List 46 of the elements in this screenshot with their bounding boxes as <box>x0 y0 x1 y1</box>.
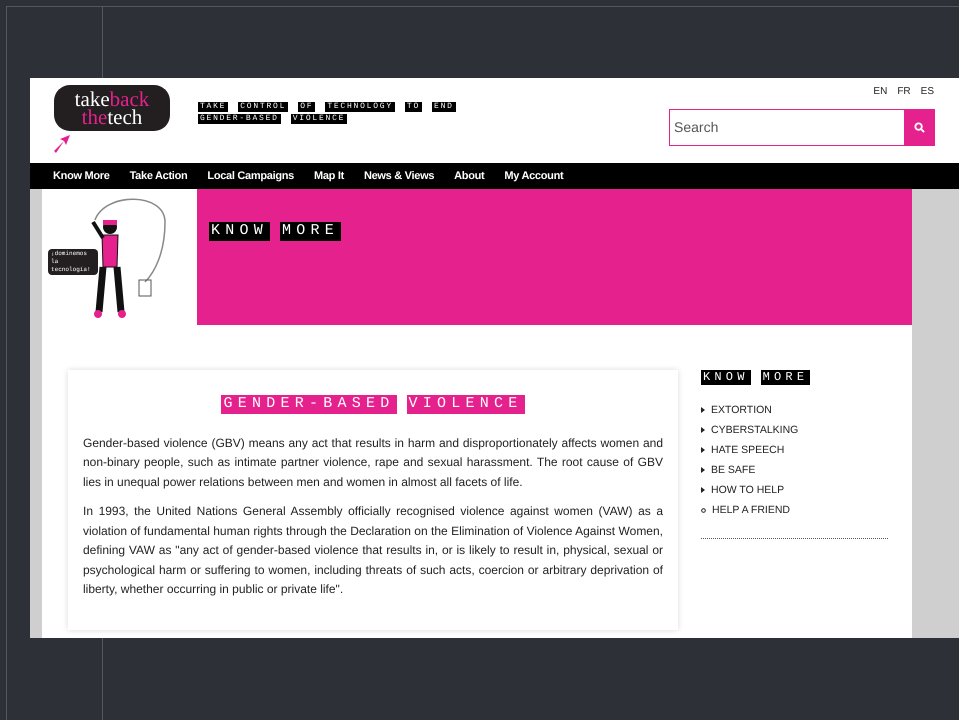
nav-link[interactable]: Know More <box>53 168 110 184</box>
nav-link[interactable]: About <box>454 168 484 184</box>
tagline-word: GENDER-BASED <box>198 114 281 124</box>
article-title-word: VIOLENCE <box>406 395 525 414</box>
language-link[interactable]: FR <box>897 84 911 99</box>
sidebar-link[interactable]: HOW TO HELP <box>701 482 888 498</box>
sidebar-link[interactable]: BE SAFE <box>701 462 888 478</box>
logo-text: take <box>74 90 110 108</box>
triangle-bullet-icon <box>701 407 705 413</box>
search-icon <box>914 122 924 133</box>
banner-title-word: KNOW <box>209 222 270 241</box>
search-input[interactable]: Search <box>670 110 904 145</box>
nav-link[interactable]: Take Action <box>130 168 188 184</box>
nav-link[interactable]: Local Campaigns <box>207 168 294 184</box>
sidebar-title-word: MORE <box>760 370 810 385</box>
article-paragraph: Gender-based violence (GBV) means any act that results in harm and disproportionately affects women and non-binary people, such as intimate partner violence, rape and sexual harassment. The root cause of GBV lies in unequal power relations between men and women in almost all facets of life. <box>83 434 663 491</box>
tagline-word: OF <box>298 102 316 112</box>
search-field[interactable]: Search <box>669 109 935 146</box>
language-link[interactable]: ES <box>920 84 934 99</box>
banner-title-word: MORE <box>280 222 342 241</box>
nav-link[interactable]: Map It <box>314 168 344 184</box>
sidebar-link[interactable]: HELP A FRIEND <box>701 502 888 518</box>
circle-bullet-icon <box>701 508 706 512</box>
tagline-word: TAKE <box>198 102 228 112</box>
tagline-word: END <box>432 102 456 112</box>
article-title-word: GENDER-BASED <box>221 395 396 414</box>
sidebar-link[interactable]: EXTORTION <box>701 402 888 418</box>
article-paragraph: In 1993, the United Nations General Assembly officially recognised violence against women (VAW) as a violation of fundamental human rights through the Declaration on the Elimination of Violence Against Women, defining VAW as "any act of gender-based violence that results in, or is likely to result in, physical, sexual or psychological harm or suffering to women, including threats of such acts, coercion or arbitrary deprivation of liberty, whether occurring in public or private life". <box>83 503 663 598</box>
triangle-bullet-icon <box>701 447 705 453</box>
sidebar-link[interactable]: CYBERSTALKING <box>701 422 888 438</box>
tagline-word: TO <box>404 102 422 112</box>
logo-text: the <box>82 108 108 126</box>
language-link[interactable]: EN <box>873 84 888 99</box>
logo-text: back <box>110 90 150 108</box>
nav-link[interactable]: My Account <box>504 168 564 184</box>
search-button[interactable] <box>904 110 934 145</box>
sidebar-title-word: KNOW <box>701 370 751 385</box>
tagline-word: TECHNOLOGY <box>325 102 395 112</box>
tagline-word: VIOLENCE <box>290 114 348 124</box>
logo-text: tech <box>107 108 142 126</box>
triangle-bullet-icon <box>701 487 705 493</box>
triangle-bullet-icon <box>701 427 705 433</box>
tagline-word: CONTROL <box>238 102 288 112</box>
sidebar-link[interactable]: HATE SPEECH <box>701 442 888 458</box>
triangle-bullet-icon <box>701 467 705 473</box>
nav-link[interactable]: News & Views <box>364 168 434 184</box>
